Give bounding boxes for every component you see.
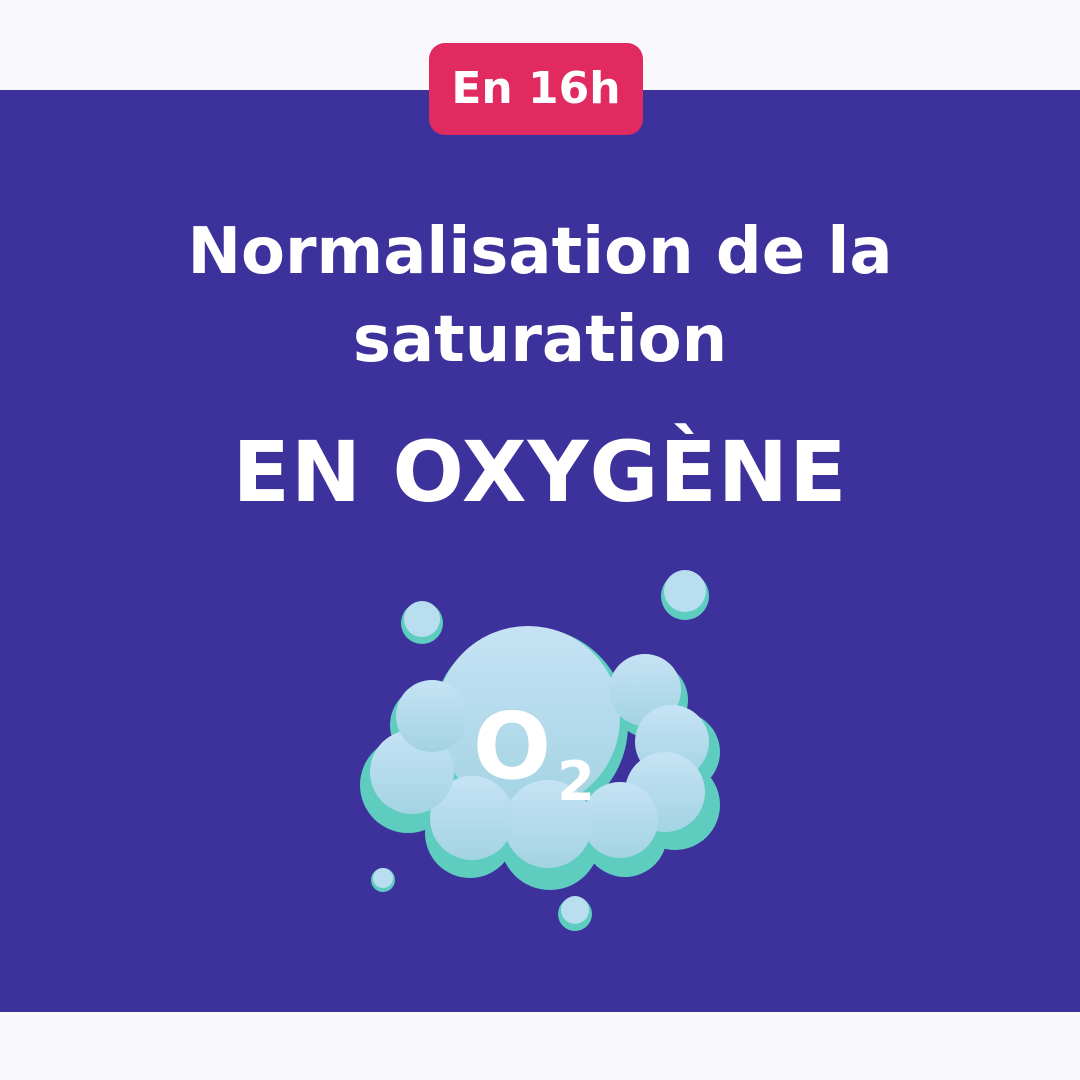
formula-subscript: 2 <box>557 750 595 813</box>
bubble <box>401 601 443 644</box>
time-badge: En 16h <box>429 43 643 135</box>
headline-line-2: saturation <box>352 303 728 377</box>
headline-emphasis: EN OXYGÈNE <box>232 423 848 521</box>
oxygen-cloud-icon: O 2 <box>360 570 720 931</box>
formula-letter: O <box>473 693 551 800</box>
headline-line-1: Normalisation de la <box>187 215 893 289</box>
bubble <box>371 868 395 892</box>
bubble <box>661 570 709 620</box>
headline: Normalisation de la saturation <box>90 208 990 384</box>
bubble <box>558 896 592 931</box>
